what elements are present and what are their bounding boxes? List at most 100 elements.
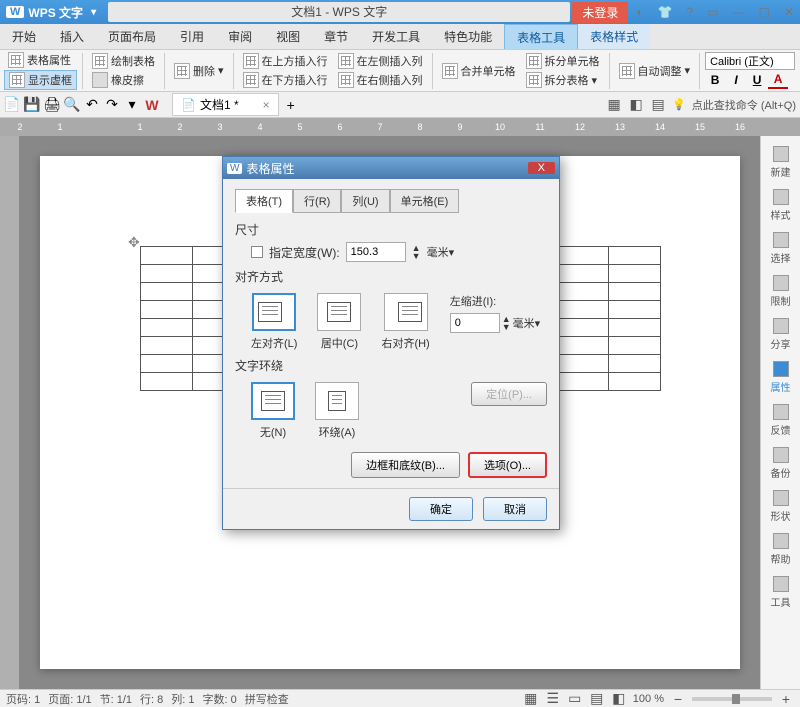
new-doc-icon[interactable]: 📄 — [4, 97, 20, 113]
maximize-icon[interactable]: ▢ — [753, 3, 776, 21]
width-checkbox[interactable] — [251, 246, 263, 258]
sidebar-properties[interactable]: 属性 — [771, 361, 791, 394]
doc-tab-close-icon[interactable]: × — [263, 98, 270, 112]
zoom-out-icon[interactable]: − — [670, 691, 686, 707]
undo-icon[interactable]: ↶ — [84, 97, 100, 113]
sidebar-tools[interactable]: 工具 — [771, 576, 791, 609]
document-tab[interactable]: 📄 文档1 * × — [172, 93, 279, 116]
insert-col-right-button[interactable]: 在右侧插入列 — [334, 71, 427, 89]
qat-dropdown-icon[interactable]: ▾ — [124, 97, 140, 113]
insert-row-above-button[interactable]: 在上方插入行 — [239, 52, 332, 70]
view-mode-5-icon[interactable]: ◧ — [611, 691, 627, 707]
tab-devtools[interactable]: 开发工具 — [360, 24, 432, 49]
status-pageno[interactable]: 页码: 1 — [6, 691, 40, 707]
wrap-none-option[interactable]: 无(N) — [251, 382, 295, 440]
split-table-button[interactable]: 拆分表格▾ — [522, 71, 604, 89]
new-tab-icon[interactable]: + — [283, 97, 299, 113]
split-cell-button[interactable]: 拆分单元格 — [522, 52, 604, 70]
tab-tablestyle[interactable]: 表格样式 — [578, 24, 650, 49]
font-name-input[interactable] — [705, 52, 795, 70]
align-center-option[interactable]: 居中(C) — [317, 293, 361, 351]
indent-spinner[interactable] — [450, 313, 500, 333]
sidebar-shape[interactable]: 形状 — [771, 490, 791, 523]
dialog-tab-col[interactable]: 列(U) — [341, 189, 389, 213]
sidebar-feedback[interactable]: 反馈 — [771, 404, 791, 437]
sidebar-select[interactable]: 选择 — [771, 232, 791, 265]
ribbon-toggle-icon[interactable]: ▭ — [701, 3, 724, 21]
dialog-tab-table[interactable]: 表格(T) — [235, 189, 293, 213]
save-icon[interactable]: 💾 — [24, 97, 40, 113]
app-menu[interactable]: W WPS 文字 ▾ — [0, 4, 106, 21]
width-unit[interactable]: 毫米▾ — [427, 244, 455, 260]
italic-button[interactable]: I — [726, 71, 746, 89]
table-properties-button[interactable]: 表格属性 — [4, 51, 77, 69]
align-right-option[interactable]: 右对齐(H) — [381, 293, 429, 351]
qr3-icon[interactable]: ▤ — [650, 97, 666, 113]
underline-button[interactable]: U — [747, 71, 767, 89]
cancel-button[interactable]: 取消 — [483, 497, 547, 521]
sidebar-style[interactable]: 样式 — [771, 189, 791, 222]
ok-button[interactable]: 确定 — [409, 497, 473, 521]
insert-col-left-button[interactable]: 在左侧插入列 — [334, 52, 427, 70]
print-icon[interactable]: 🖨 — [44, 97, 60, 113]
align-left-option[interactable]: 左对齐(L) — [251, 293, 297, 351]
tab-section[interactable]: 章节 — [312, 24, 360, 49]
close-icon[interactable]: ✕ — [778, 3, 800, 21]
sidebar-help[interactable]: 帮助 — [771, 533, 791, 566]
qr1-icon[interactable]: ▦ — [606, 97, 622, 113]
qr2-icon[interactable]: ◧ — [628, 97, 644, 113]
delete-button[interactable]: 删除▾ — [170, 62, 228, 80]
indent-spinner-arrows-icon[interactable]: ▲▼ — [502, 315, 511, 331]
view-mode-2-icon[interactable]: ☰ — [545, 691, 561, 707]
help-icon[interactable]: ? — [681, 3, 700, 21]
tab-insert[interactable]: 插入 — [48, 24, 96, 49]
indent-unit[interactable]: 毫米▾ — [513, 315, 541, 331]
zoom-level[interactable]: 100 % — [633, 693, 664, 705]
tab-start[interactable]: 开始 — [0, 24, 48, 49]
font-color-button[interactable]: A — [768, 71, 788, 89]
tab-review[interactable]: 审阅 — [216, 24, 264, 49]
skin-icon[interactable]: ◐ — [630, 3, 649, 21]
view-mode-1-icon[interactable]: ▦ — [523, 691, 539, 707]
command-search-hint[interactable]: 点此查找命令 (Alt+Q) — [692, 97, 796, 113]
sidebar-backup[interactable]: 备份 — [771, 447, 791, 480]
minimize-icon[interactable]: — — [727, 3, 751, 21]
dialog-close-button[interactable]: X — [528, 162, 555, 174]
tab-pagelayout[interactable]: 页面布局 — [96, 24, 168, 49]
width-spinner[interactable] — [346, 242, 406, 262]
autofit-button[interactable]: 自动调整▾ — [615, 62, 695, 80]
sidebar-new[interactable]: 新建 — [771, 146, 791, 179]
show-gridlines-button[interactable]: 显示虚框 — [4, 70, 77, 90]
options-button[interactable]: 选项(O)... — [468, 452, 547, 478]
sidebar-restrict[interactable]: 限制 — [771, 275, 791, 308]
table-move-handle-icon[interactable]: ✥ — [128, 234, 140, 251]
tab-view[interactable]: 视图 — [264, 24, 312, 49]
tab-tabletools[interactable]: 表格工具 — [504, 24, 578, 49]
shirt-icon[interactable]: 👕 — [652, 3, 679, 21]
view-mode-3-icon[interactable]: ▭ — [567, 691, 583, 707]
wrap-around-option[interactable]: 环绕(A) — [315, 382, 359, 440]
wps-home-icon[interactable]: W — [144, 97, 160, 113]
bold-button[interactable]: B — [705, 71, 725, 89]
border-shading-button[interactable]: 边框和底纹(B)... — [351, 452, 460, 478]
status-page[interactable]: 页面: 1/1 — [48, 691, 91, 707]
draw-table-button[interactable]: 绘制表格 — [88, 52, 159, 70]
print-preview-icon[interactable]: 🔍 — [64, 97, 80, 113]
merge-cells-button[interactable]: 合并单元格 — [438, 62, 520, 80]
status-words[interactable]: 字数: 0 — [203, 691, 237, 707]
zoom-slider[interactable] — [692, 697, 772, 701]
sidebar-share[interactable]: 分享 — [771, 318, 791, 351]
insert-row-below-button[interactable]: 在下方插入行 — [239, 71, 332, 89]
eraser-button[interactable]: 橡皮擦 — [88, 71, 159, 89]
zoom-in-icon[interactable]: + — [778, 691, 794, 707]
status-spell[interactable]: 拼写检查 — [245, 691, 289, 707]
login-button[interactable]: 未登录 — [572, 2, 628, 23]
redo-icon[interactable]: ↷ — [104, 97, 120, 113]
tab-features[interactable]: 特色功能 — [432, 24, 504, 49]
spinner-arrows-icon[interactable]: ▲▼ — [412, 244, 421, 260]
view-mode-4-icon[interactable]: ▤ — [589, 691, 605, 707]
dialog-tab-row[interactable]: 行(R) — [293, 189, 341, 213]
tab-reference[interactable]: 引用 — [168, 24, 216, 49]
dialog-tab-cell[interactable]: 单元格(E) — [390, 189, 460, 213]
dialog-titlebar[interactable]: W 表格属性 X — [223, 157, 559, 179]
